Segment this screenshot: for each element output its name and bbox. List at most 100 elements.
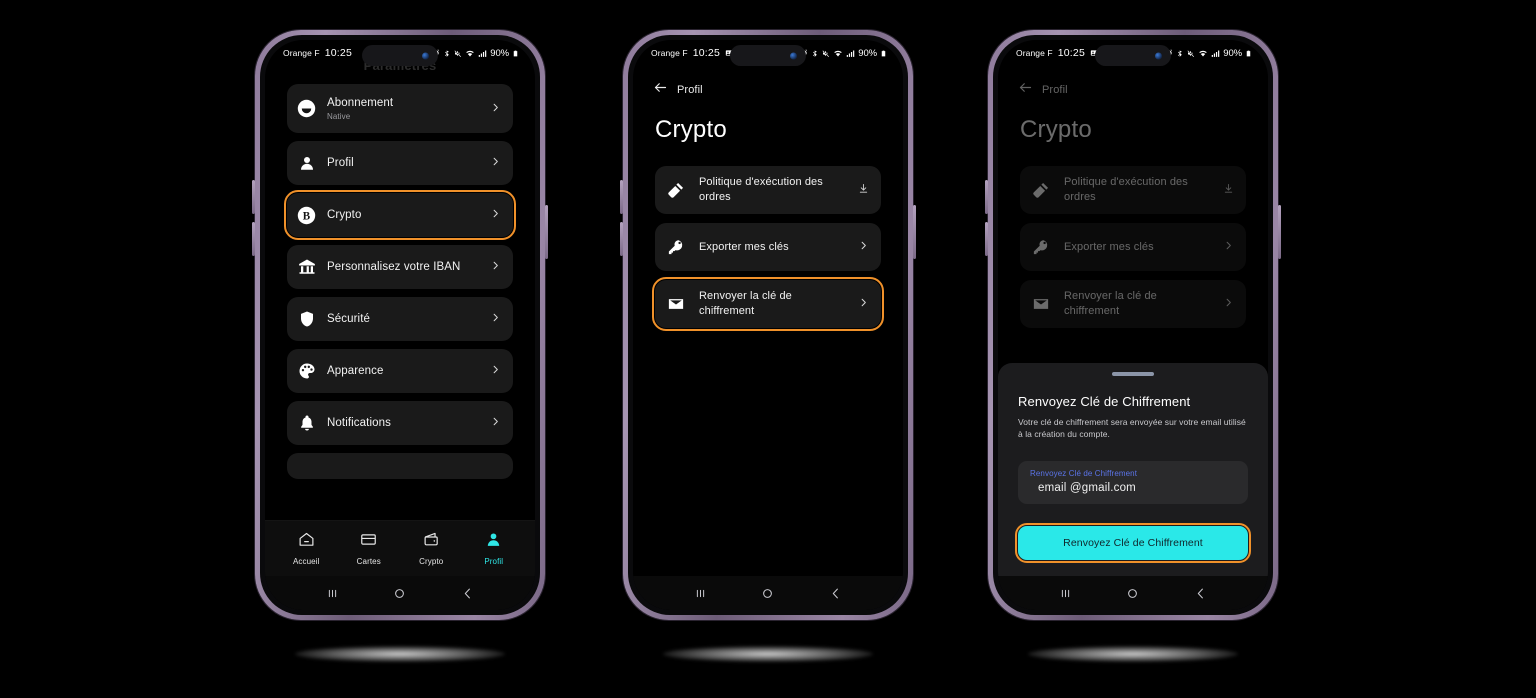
camera-notch — [1095, 45, 1171, 66]
phone-2-screen: Orange F 10:25 90% Profil Crypto Politiq… — [633, 40, 903, 610]
settings-item-securite[interactable]: Sécurité — [287, 297, 513, 341]
crypto-item-renvoyer[interactable]: Renvoyer la clé de chiffrement — [1020, 280, 1246, 328]
recents-icon[interactable] — [693, 586, 708, 601]
wifi-icon — [1199, 50, 1208, 56]
battery-percent-label: 90% — [1223, 47, 1242, 59]
volume-down-button[interactable] — [620, 222, 623, 256]
battery-percent-label: 90% — [858, 47, 877, 59]
clock-label: 10:25 — [692, 47, 720, 59]
tab-crypto[interactable]: Crypto — [403, 531, 459, 566]
volume-up-button[interactable] — [252, 180, 255, 214]
person-icon — [297, 154, 316, 173]
svg-text:B: B — [303, 210, 311, 222]
mute-icon — [822, 50, 830, 57]
back-label[interactable]: Profil — [1042, 84, 1068, 96]
power-button[interactable] — [913, 205, 916, 259]
email-field-value[interactable]: email @gmail.com — [1030, 482, 1236, 494]
email-field[interactable]: Renvoyez Clé de Chiffrement email @gmail… — [1018, 461, 1248, 504]
volume-up-button[interactable] — [985, 180, 988, 214]
back-chevron-icon[interactable] — [460, 586, 475, 601]
download-icon[interactable] — [858, 181, 869, 199]
tab-cartes[interactable]: Cartes — [341, 531, 397, 566]
recents-icon[interactable] — [325, 586, 340, 601]
wifi-icon — [834, 50, 843, 56]
tab-label: Accueil — [293, 557, 320, 566]
page-title: Crypto — [655, 116, 727, 143]
phone-1-settings: Orange F 10:25 90% Paramètres — [252, 30, 548, 620]
sheet-description: Votre clé de chiffrement sera envoyée su… — [1018, 416, 1246, 440]
settings-item-label: Sécurité — [327, 312, 370, 325]
back-chevron-icon[interactable] — [828, 586, 843, 601]
home-circle-icon[interactable] — [760, 586, 775, 601]
chevron-right-icon — [858, 238, 869, 256]
settings-item-abonnement[interactable]: Abonnement Native — [287, 84, 513, 133]
chevron-right-icon — [858, 295, 869, 313]
settings-item-notifications[interactable]: Notifications — [287, 401, 513, 445]
crypto-item-politique[interactable]: Politique d'exécution des ordres — [1020, 166, 1246, 214]
bank-icon — [297, 258, 316, 277]
settings-item-label: Crypto — [327, 208, 362, 221]
crypto-options-list: Politique d'exécution des ordres Exporte… — [998, 144, 1268, 328]
crypto-item-exporter[interactable]: Exporter mes clés — [655, 223, 881, 271]
settings-item-profil[interactable]: Profil — [287, 141, 513, 185]
bluetooth-icon — [813, 50, 818, 57]
key-icon — [666, 238, 685, 257]
chevron-right-icon — [490, 100, 501, 118]
carrier-label: Orange F — [1016, 48, 1053, 58]
back-chevron-icon[interactable] — [1193, 586, 1208, 601]
recents-icon[interactable] — [1058, 586, 1073, 601]
carrier-label: Orange F — [283, 48, 320, 58]
volume-up-button[interactable] — [620, 180, 623, 214]
resend-encryption-key-button[interactable]: Renvoyez Clé de Chiffrement — [1018, 526, 1248, 560]
phone-3-body: Profil Crypto Politique d'exécution des … — [998, 66, 1268, 610]
settings-item-iban[interactable]: Personnalisez votre IBAN — [287, 245, 513, 289]
android-nav-bar — [998, 576, 1268, 610]
envelope-icon — [666, 295, 685, 314]
settings-item-apparence[interactable]: Apparence — [287, 349, 513, 393]
battery-icon — [1246, 50, 1251, 56]
crypto-item-politique[interactable]: Politique d'exécution des ordres — [655, 166, 881, 214]
phone-2-crypto: Orange F 10:25 90% Profil Crypto Politiq… — [620, 30, 916, 620]
settings-item-partial[interactable] — [287, 453, 513, 479]
tab-profil[interactable]: Profil — [466, 531, 522, 566]
back-arrow-icon[interactable] — [653, 80, 668, 100]
chevron-right-icon — [490, 310, 501, 328]
phone-bezel: Orange F 10:25 90% Profil Crypto Politiq… — [993, 35, 1273, 615]
home-icon — [298, 531, 315, 553]
settings-list: Abonnement Native Profil B Crypto Person… — [265, 66, 535, 445]
bell-icon — [297, 414, 316, 433]
home-circle-icon[interactable] — [392, 586, 407, 601]
phone-bezel: Orange F 10:25 90% Paramètres — [260, 35, 540, 615]
tab-accueil[interactable]: Accueil — [278, 531, 334, 566]
back-label[interactable]: Profil — [677, 84, 703, 96]
power-button[interactable] — [545, 205, 548, 259]
home-circle-icon[interactable] — [1125, 586, 1140, 601]
volume-down-button[interactable] — [985, 222, 988, 256]
crypto-item-renvoyer[interactable]: Renvoyer la clé de chiffrement — [652, 277, 884, 331]
bluetooth-icon — [445, 50, 450, 57]
bitcoin-icon: B — [297, 206, 316, 225]
palette-icon — [297, 362, 316, 381]
volume-down-button[interactable] — [252, 222, 255, 256]
dimmed-crypto-page: Profil Crypto Politique d'exécution des … — [998, 66, 1268, 328]
chevron-right-icon — [490, 258, 501, 276]
crypto-options-list: Politique d'exécution des ordres Exporte… — [633, 144, 903, 331]
wifi-icon — [466, 50, 475, 56]
settings-item-label: Personnalisez votre IBAN — [327, 260, 461, 273]
chevron-right-icon — [1223, 238, 1234, 256]
sheet-grab-handle[interactable] — [1112, 371, 1154, 376]
email-field-label: Renvoyez Clé de Chiffrement — [1030, 469, 1138, 478]
power-button[interactable] — [1278, 205, 1281, 259]
back-arrow-icon[interactable] — [1018, 80, 1033, 100]
download-icon[interactable] — [1223, 181, 1234, 199]
phone-2-body: Profil Crypto Politique d'exécution des … — [633, 66, 903, 610]
crypto-item-label: Exporter mes clés — [699, 240, 789, 253]
settings-item-crypto[interactable]: B Crypto — [284, 190, 516, 240]
bottom-sheet-dialog: Renvoyez Clé de Chiffrement Votre clé de… — [998, 362, 1268, 576]
bluetooth-icon — [1178, 50, 1183, 57]
phone-shadow — [1028, 646, 1238, 662]
front-camera-icon — [790, 52, 797, 59]
phone-3-sheet: Orange F 10:25 90% Profil Crypto Politiq… — [985, 30, 1281, 620]
crypto-item-exporter[interactable]: Exporter mes clés — [1020, 223, 1246, 271]
submit-button-highlight: Renvoyez Clé de Chiffrement — [1015, 523, 1251, 563]
